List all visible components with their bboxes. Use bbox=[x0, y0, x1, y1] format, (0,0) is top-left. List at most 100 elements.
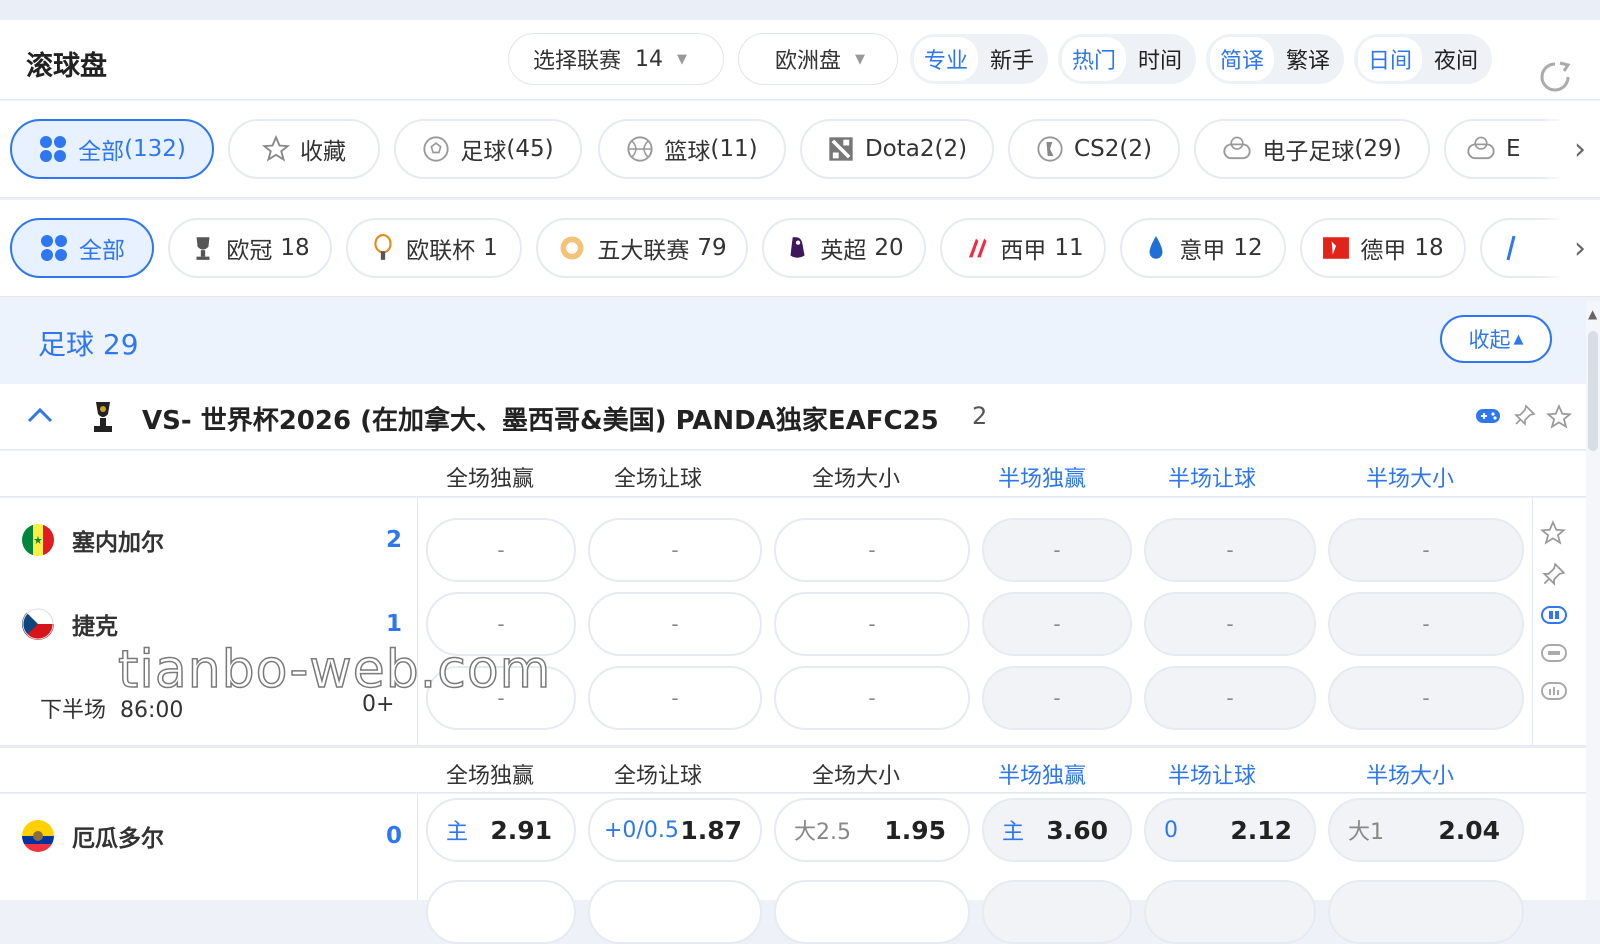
chevron-right-icon: › bbox=[1574, 131, 1586, 167]
odds-cell[interactable] bbox=[1144, 880, 1316, 944]
league-chip-serie-a[interactable]: 意甲 12 bbox=[1120, 218, 1286, 278]
home-team-name: 塞内加尔 bbox=[72, 530, 164, 556]
league-count: 1 bbox=[483, 235, 498, 261]
scroll-right-arrow[interactable]: › bbox=[1540, 200, 1600, 296]
odds-cell[interactable] bbox=[588, 880, 762, 944]
column-half-1x2: 半场独赢 bbox=[998, 764, 1087, 789]
category-chip-favorites[interactable]: 收藏 bbox=[228, 119, 380, 179]
odds-cell[interactable]: 大1 2.04 bbox=[1328, 798, 1524, 862]
away-team[interactable]: 捷克 1 bbox=[22, 604, 402, 644]
pin-icon[interactable] bbox=[1540, 562, 1568, 592]
serie-a-icon bbox=[1143, 234, 1169, 262]
odds-cell[interactable]: - bbox=[1144, 518, 1316, 582]
odds-value: 1.95 bbox=[884, 815, 946, 845]
category-label: 篮球 bbox=[664, 139, 711, 165]
home-team[interactable]: 厄瓜多尔 0 bbox=[22, 816, 402, 856]
chevron-up-icon[interactable] bbox=[26, 404, 54, 430]
toggle-option-pro[interactable]: 专业 bbox=[914, 37, 979, 81]
odds-cell[interactable]: - bbox=[588, 666, 762, 730]
league-chip-premier-league[interactable]: 英超 20 bbox=[762, 218, 926, 278]
scroll-right-arrow[interactable]: › bbox=[1540, 101, 1600, 197]
odds-value: 1.87 bbox=[680, 815, 742, 845]
odds-cell[interactable]: - bbox=[1144, 666, 1316, 730]
category-count: (45) bbox=[506, 136, 554, 162]
toggle-option-beginner[interactable]: 新手 bbox=[980, 37, 1044, 81]
odds-cell[interactable]: - bbox=[588, 592, 762, 656]
odds-cell[interactable]: - bbox=[588, 518, 762, 582]
scroll-up-arrow-icon[interactable]: ▲ bbox=[1588, 307, 1597, 321]
odds-cell[interactable] bbox=[982, 880, 1132, 944]
mode-toggle[interactable]: 专业 新手 bbox=[910, 34, 1049, 84]
toggle-option-hot[interactable]: 热门 bbox=[1062, 37, 1127, 81]
home-score: 2 bbox=[385, 527, 402, 553]
league-header[interactable]: VS- 世界杯2026 (在加拿大、墨西哥&美国) PANDA独家EAFC25 … bbox=[0, 384, 1586, 450]
league-chip-five-leagues[interactable]: 五大联赛 79 bbox=[536, 218, 748, 278]
league-select-dropdown[interactable]: 选择联赛 14 ▼ bbox=[508, 33, 724, 85]
category-chip-cs2[interactable]: CS2 (2) bbox=[1008, 119, 1180, 179]
senegal-flag-icon bbox=[22, 524, 54, 556]
vertical-scrollbar[interactable]: ▲ bbox=[1586, 301, 1600, 900]
odds-cell[interactable]: - bbox=[774, 666, 970, 730]
league-chip-laliga[interactable]: 西甲 11 bbox=[940, 218, 1106, 278]
category-chip-soccer[interactable]: 足球 (45) bbox=[394, 119, 582, 179]
toggle-option-day[interactable]: 日间 bbox=[1358, 37, 1423, 81]
category-chip-dota2[interactable]: Dota2 (2) bbox=[800, 119, 994, 179]
odds-format-dropdown[interactable]: 欧洲盘 ▼ bbox=[738, 33, 898, 85]
league-chip-bundesliga[interactable]: 德甲 18 bbox=[1300, 218, 1466, 278]
odds-cell[interactable] bbox=[1328, 880, 1524, 944]
home-team[interactable]: 塞内加尔 2 bbox=[22, 520, 402, 560]
odds-cell[interactable]: 主 2.91 bbox=[426, 798, 576, 862]
language-toggle[interactable]: 简译 繁译 bbox=[1206, 34, 1345, 84]
odds-cell[interactable]: - bbox=[1328, 518, 1524, 582]
market-column-header: 全场独赢 全场让球 全场大小 半场独赢 半场让球 半场大小 bbox=[0, 747, 1586, 793]
odds-cell[interactable]: +0/0.5 1.87 bbox=[588, 798, 762, 862]
gamepad-icon[interactable] bbox=[1474, 404, 1502, 434]
cs2-icon bbox=[1036, 135, 1064, 163]
star-icon[interactable] bbox=[1539, 519, 1568, 550]
odds-cell[interactable]: 0 2.12 bbox=[1144, 798, 1316, 862]
odds-cell[interactable]: - bbox=[1328, 592, 1524, 656]
odds-cell[interactable]: 大2.5 1.95 bbox=[774, 798, 970, 862]
odds-cell[interactable]: - bbox=[1328, 666, 1524, 730]
league-count: 18 bbox=[280, 235, 310, 261]
toggle-option-traditional[interactable]: 繁译 bbox=[1276, 37, 1340, 81]
live-stream-icon[interactable] bbox=[1540, 642, 1568, 668]
odds-cell[interactable]: - bbox=[426, 518, 576, 582]
odds-cell[interactable]: - bbox=[774, 518, 970, 582]
star-icon[interactable] bbox=[1545, 403, 1573, 434]
theme-toggle[interactable]: 日间 夜间 bbox=[1354, 34, 1493, 84]
team-panel: 塞内加尔 2 捷克 1 下半场 86:00 0+ bbox=[0, 498, 418, 745]
video-3d-icon[interactable] bbox=[1540, 604, 1568, 630]
toggle-option-time[interactable]: 时间 bbox=[1128, 37, 1192, 81]
pin-icon[interactable] bbox=[1512, 404, 1536, 434]
league-chip-all[interactable]: 全部 bbox=[10, 218, 154, 278]
league-select-label: 选择联赛 bbox=[533, 49, 622, 74]
category-chip-esoccer[interactable]: 电子足球 (29) bbox=[1194, 119, 1430, 179]
odds-cell[interactable]: - bbox=[1144, 592, 1316, 656]
refresh-icon[interactable] bbox=[1538, 60, 1572, 98]
category-count: (11) bbox=[710, 136, 758, 162]
odds-cell[interactable]: - bbox=[774, 592, 970, 656]
esoccer-icon bbox=[1222, 135, 1252, 163]
league-chip-europa[interactable]: 欧联杯 1 bbox=[346, 218, 522, 278]
odds-cell[interactable]: - bbox=[982, 666, 1132, 730]
league-label: 欧联杯 bbox=[406, 238, 476, 264]
odds-cell[interactable]: - bbox=[982, 518, 1132, 582]
odds-cell[interactable] bbox=[426, 880, 576, 944]
league-name: VS- 世界杯2026 (在加拿大、墨西哥&美国) PANDA独家EAFC25 bbox=[142, 406, 939, 436]
category-label: CS2 bbox=[1074, 136, 1120, 162]
league-filter-row: 全部 欧冠 18 欧联杯 1 五大联赛 79 英超 20 西甲 11 意甲 12 德甲 18 … bbox=[0, 200, 1600, 297]
category-chip-basketball[interactable]: 篮球 (11) bbox=[598, 119, 786, 179]
odds-cell[interactable] bbox=[774, 880, 970, 944]
scrollbar-thumb[interactable] bbox=[1588, 331, 1598, 451]
odds-cell[interactable]: 主 3.60 bbox=[982, 798, 1132, 862]
stats-icon[interactable] bbox=[1540, 680, 1568, 706]
league-chip-ucl[interactable]: 欧冠 18 bbox=[168, 218, 332, 278]
category-chip-all[interactable]: 全部 (132) bbox=[10, 119, 214, 179]
toggle-option-night[interactable]: 夜间 bbox=[1424, 37, 1488, 81]
collapse-button[interactable]: 收起 ▲ bbox=[1440, 315, 1552, 363]
toggle-option-simplified[interactable]: 简译 bbox=[1210, 37, 1275, 81]
odds-value: 2.91 bbox=[490, 815, 552, 845]
odds-cell[interactable]: - bbox=[982, 592, 1132, 656]
sort-toggle[interactable]: 热门 时间 bbox=[1058, 34, 1197, 84]
